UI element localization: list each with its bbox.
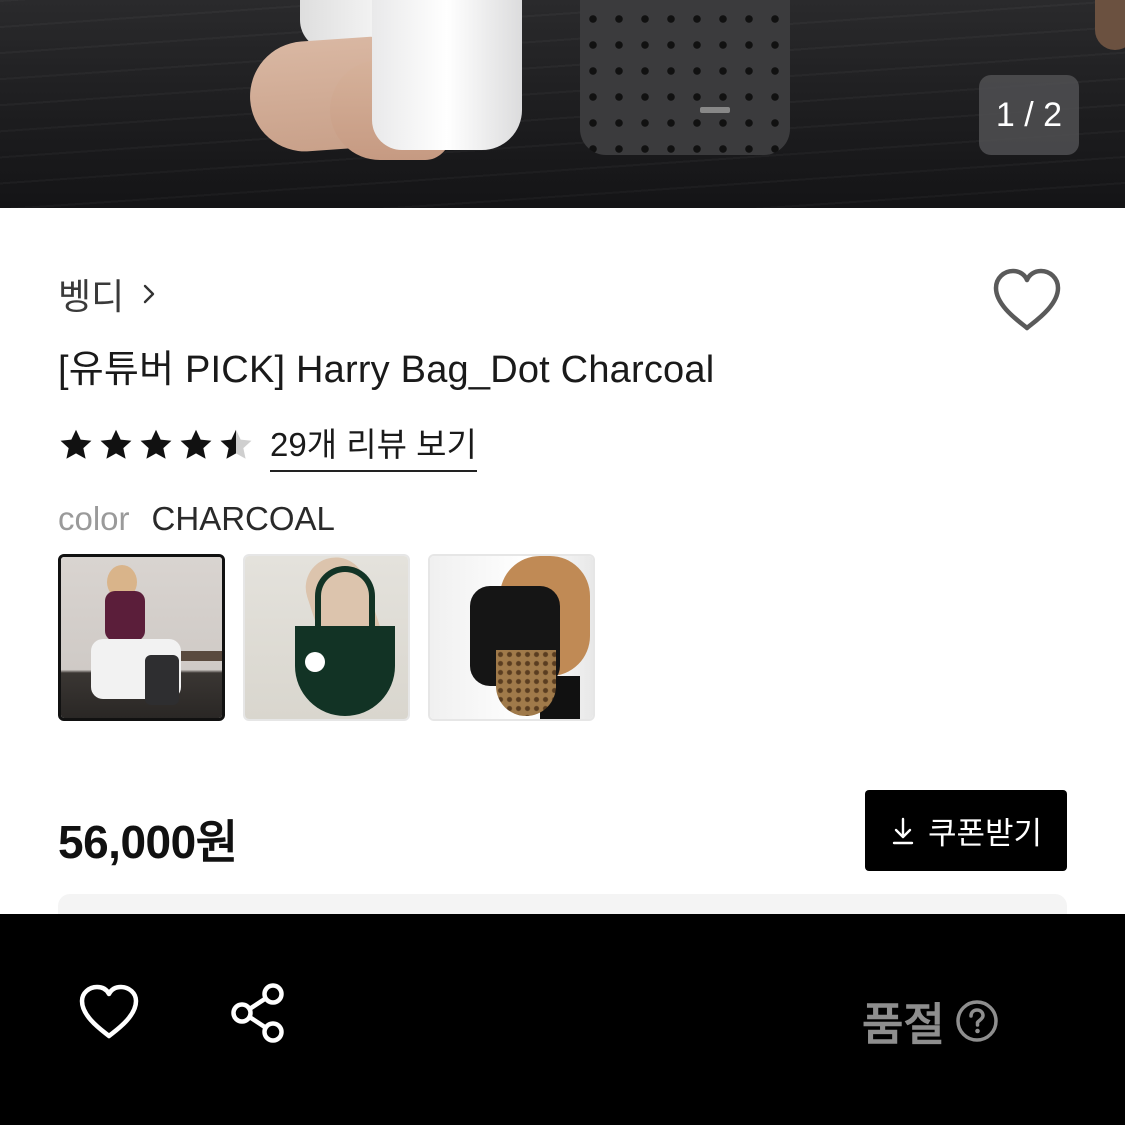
brand-name: 벵디 — [58, 276, 125, 317]
color-option-green[interactable] — [243, 554, 410, 721]
coupon-download-button[interactable]: 쿠폰받기 — [865, 790, 1067, 871]
star-rating — [58, 427, 254, 463]
chevron-right-icon — [144, 284, 155, 304]
color-option-leopard[interactable] — [428, 554, 595, 721]
color-options — [58, 554, 595, 721]
image-counter: 1 / 2 — [979, 75, 1079, 155]
star-icon — [180, 429, 212, 459]
product-price: 56,000원 — [58, 816, 238, 868]
coupon-label: 쿠폰받기 — [927, 816, 1043, 851]
photo-basket — [1095, 0, 1125, 50]
product-image-carousel[interactable]: 1 / 2 — [0, 0, 1125, 208]
question-circle-icon[interactable] — [955, 999, 999, 1043]
thumb-bag — [496, 650, 556, 716]
rating-row: 29개 리뷰 보기 — [58, 418, 477, 472]
color-option-charcoal[interactable] — [58, 554, 225, 721]
heart-outline-icon[interactable] — [78, 983, 140, 1041]
thumb-bag — [145, 655, 179, 705]
soldout-status: 품절 — [862, 988, 999, 1053]
heart-outline-icon[interactable] — [990, 266, 1064, 334]
color-row: color CHARCOAL — [58, 500, 335, 538]
half-star-icon — [220, 429, 252, 459]
share-icon[interactable] — [228, 982, 288, 1044]
star-icon — [140, 429, 172, 459]
star-icon — [100, 429, 132, 459]
color-value: CHARCOAL — [151, 500, 335, 537]
brand-link[interactable]: 벵디 — [58, 268, 160, 320]
soldout-label: 품절 — [862, 999, 945, 1050]
thumb-model-top — [105, 591, 145, 641]
color-label: color — [58, 500, 130, 537]
download-icon — [892, 817, 914, 844]
review-link[interactable]: 29개 리뷰 보기 — [270, 418, 477, 472]
star-icon — [60, 429, 92, 459]
thumb-bag-charm — [305, 652, 325, 672]
photo-dot-bag — [580, 0, 790, 155]
photo-pants — [372, 0, 522, 150]
product-title: [유튜버 PICK] Harry Bag_Dot Charcoal — [58, 349, 715, 391]
photo-bag-logo — [700, 107, 730, 113]
floor-texture — [0, 0, 1125, 208]
